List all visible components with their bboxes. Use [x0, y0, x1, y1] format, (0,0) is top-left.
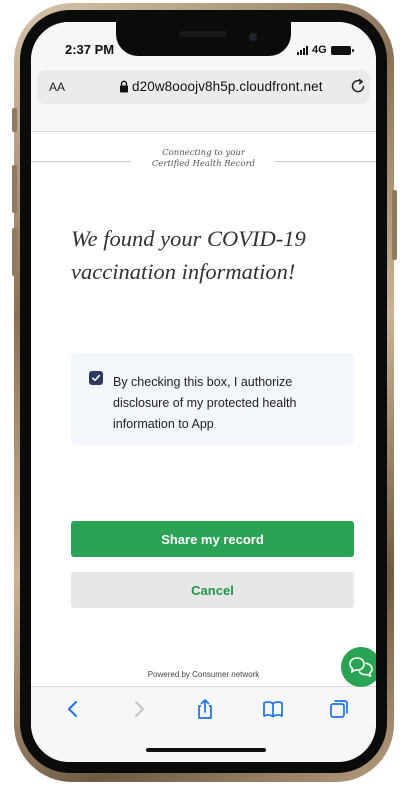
- connecting-line-2: Certified Health Record: [151, 159, 256, 169]
- forward-icon[interactable]: [127, 697, 151, 721]
- connecting-line-1: Connecting to your: [162, 148, 245, 158]
- network-type: 4G: [312, 44, 327, 56]
- front-camera: [249, 33, 257, 41]
- back-icon[interactable]: [61, 697, 85, 721]
- volume-up-button: [12, 165, 17, 213]
- chat-button[interactable]: [341, 647, 376, 687]
- consent-checkbox[interactable]: [89, 371, 103, 385]
- connecting-header: Connecting to your Certified Health Reco…: [31, 142, 376, 172]
- signal-icon: [297, 45, 308, 55]
- url-text: d20w8ooojv8h5p.cloudfront.net: [132, 79, 323, 94]
- battery-icon: [330, 45, 354, 55]
- status-time: 2:37 PM: [65, 42, 115, 57]
- share-record-button[interactable]: Share my record: [71, 521, 354, 557]
- reload-icon[interactable]: [349, 77, 367, 95]
- checkmark-icon: [92, 374, 101, 382]
- page-title: We found your COVID-19 vaccination infor…: [71, 226, 306, 284]
- tabs-icon[interactable]: [327, 697, 351, 721]
- share-icon[interactable]: [193, 697, 217, 721]
- bookmarks-icon[interactable]: [261, 697, 285, 721]
- mute-switch: [12, 108, 17, 132]
- notch: [116, 22, 291, 56]
- speaker: [179, 31, 227, 37]
- status-indicators: 4G: [297, 44, 354, 56]
- browser-address-area: AA d20w8ooojv8h5p.cloudfront.net: [31, 70, 376, 132]
- cancel-button[interactable]: Cancel: [71, 572, 354, 608]
- consent-card: By checking this box, I authorize disclo…: [71, 353, 354, 445]
- powered-by-footer: Powered by Consumer network: [147, 670, 260, 679]
- text-size-button[interactable]: AA: [49, 80, 65, 94]
- lock-icon: [120, 80, 128, 93]
- power-button: [392, 190, 397, 260]
- chat-bubbles-icon: [349, 657, 373, 678]
- address-bar[interactable]: AA d20w8ooojv8h5p.cloudfront.net: [37, 70, 370, 104]
- volume-down-button: [12, 228, 17, 276]
- screen: 2:37 PM 4G AA d20w8ooojv8h5p.cloudfront.…: [31, 22, 376, 762]
- consent-text: By checking this box, I authorize disclo…: [113, 375, 297, 431]
- home-indicator[interactable]: [146, 748, 266, 752]
- status-bar: 2:37 PM 4G: [31, 22, 376, 70]
